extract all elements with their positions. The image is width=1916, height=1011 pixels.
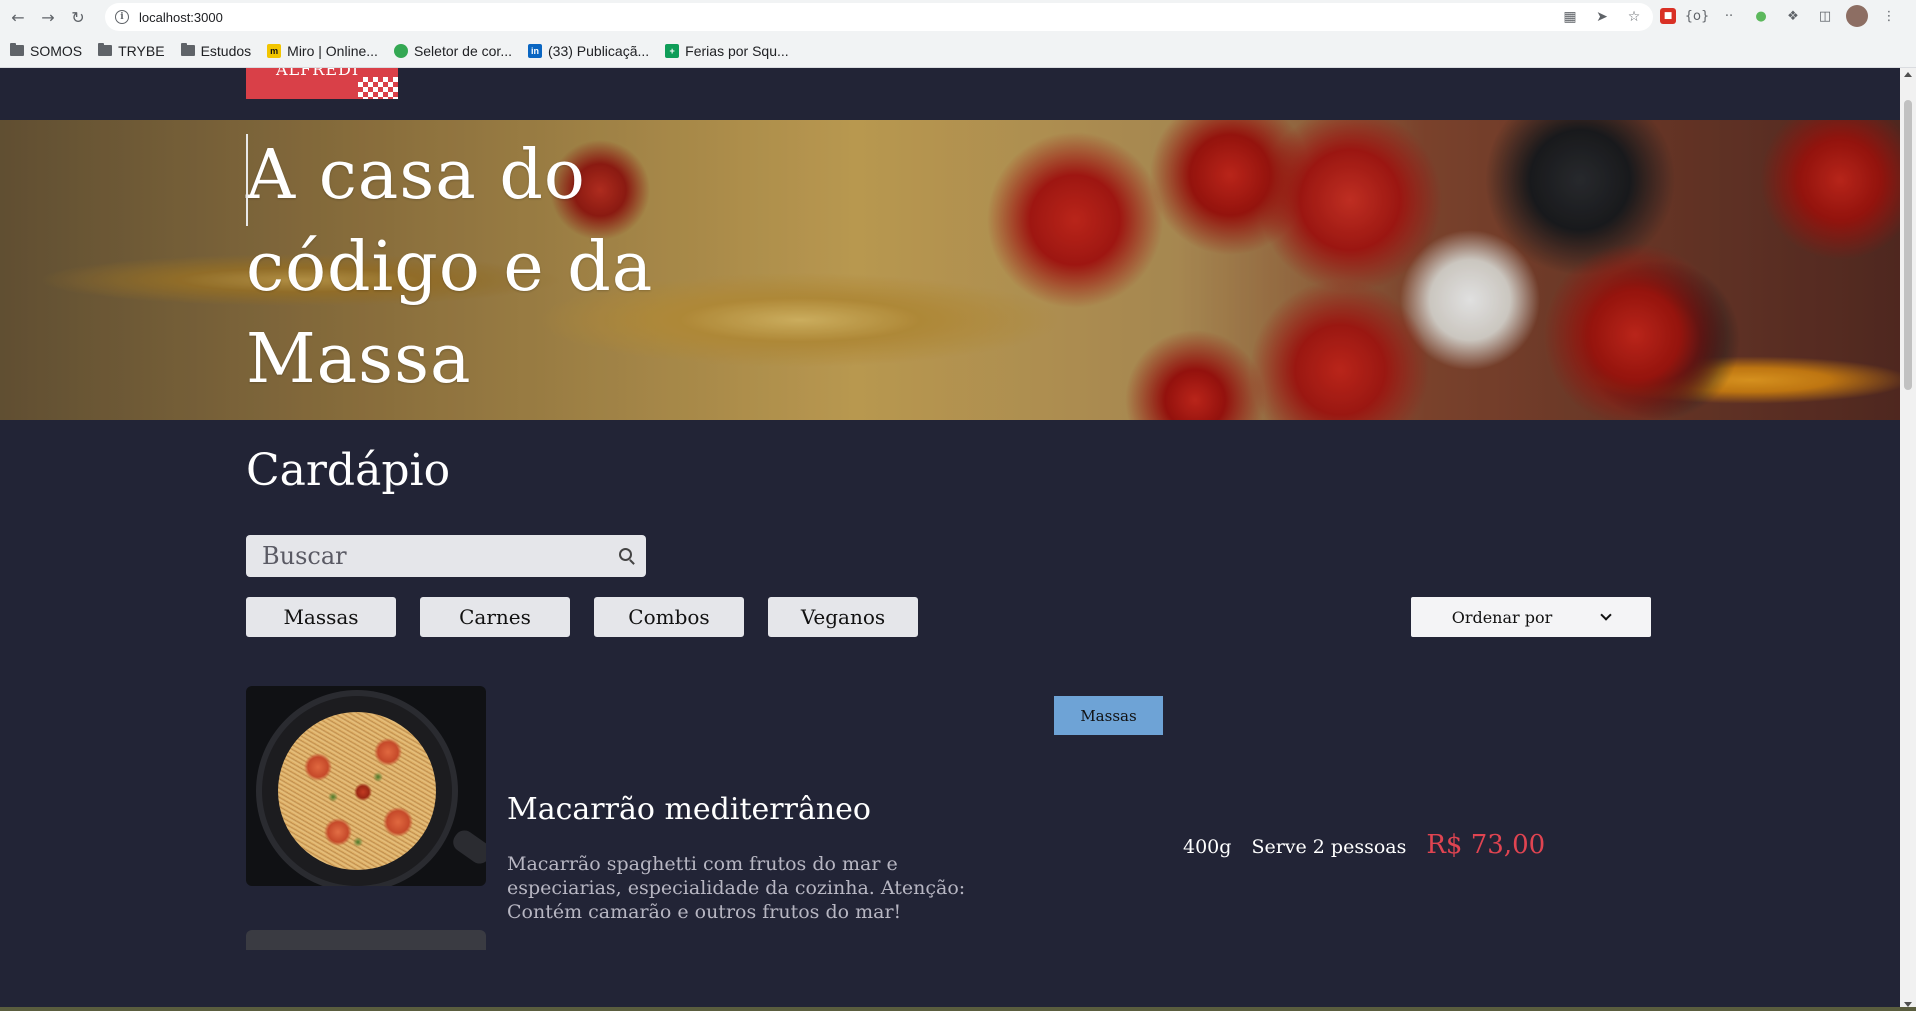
folder-icon	[98, 43, 113, 56]
page-scrollbar[interactable]	[1900, 68, 1916, 1011]
dish-description: Macarrão spaghetti com frutos do mar e e…	[507, 853, 966, 923]
extensions-puzzle-icon[interactable]: ❖	[1782, 5, 1804, 27]
pan-handle-graphic	[449, 826, 486, 868]
linkedin-favicon-icon: in	[528, 43, 542, 58]
chevron-down-icon	[1600, 609, 1612, 621]
reload-icon[interactable]: ↻	[66, 5, 90, 29]
forward-arrow-icon[interactable]: →	[36, 5, 60, 29]
filter-carnes-button[interactable]: Carnes	[420, 597, 570, 637]
dish-serves: Serve 2 pessoas	[1251, 836, 1407, 858]
bookmarks-bar: SOMOS TRYBE Estudos m Miro | Online... Se…	[0, 34, 1916, 68]
bookmark-color-picker[interactable]: Seletor de cor...	[393, 43, 512, 59]
sort-dropdown[interactable]: Ordenar por	[1411, 597, 1651, 637]
bookmark-miro[interactable]: m Miro | Online...	[267, 43, 378, 59]
extension-frog-icon[interactable]: ●	[1750, 5, 1772, 27]
share-icon[interactable]: ➤	[1593, 8, 1611, 26]
restaurant-logo[interactable]: ALFREDI	[246, 68, 398, 99]
extension-red-icon[interactable]: ■	[1660, 8, 1676, 24]
scroll-up-icon[interactable]	[1904, 72, 1912, 77]
miro-favicon-icon: m	[267, 43, 282, 58]
back-arrow-icon[interactable]: ←	[6, 5, 30, 29]
dish-weight: 400g	[1183, 836, 1232, 858]
side-panel-icon[interactable]: ◫	[1814, 5, 1836, 27]
site-info-icon[interactable]: i	[115, 10, 129, 24]
sheets-favicon-icon: +	[665, 43, 680, 58]
extension-dots-icon[interactable]: ··	[1718, 5, 1740, 27]
search-input[interactable]	[262, 542, 602, 570]
color-picker-favicon-icon	[393, 43, 408, 58]
filter-veganos-button[interactable]: Veganos	[768, 597, 918, 637]
dish-image	[246, 686, 486, 886]
bookmark-folder-estudos[interactable]: Estudos	[180, 43, 251, 59]
translate-icon[interactable]: ▦	[1561, 8, 1579, 26]
bookmark-star-icon[interactable]: ☆	[1625, 8, 1643, 26]
folder-icon	[180, 43, 195, 56]
dish-meta: 400g Serve 2 pessoas R$ 73,00	[1183, 830, 1545, 860]
dish-price: R$ 73,00	[1426, 830, 1546, 860]
bookmark-ferias[interactable]: + Ferias por Squ...	[665, 43, 789, 59]
extension-json-icon[interactable]: {o}	[1685, 5, 1710, 27]
scrollbar-thumb[interactable]	[1904, 100, 1912, 390]
hero-title: A casa do código e da Massa	[246, 136, 654, 399]
hero-banner: A casa do código e da Massa	[0, 120, 1900, 420]
bottom-edge	[0, 1007, 1916, 1011]
profile-avatar[interactable]	[1846, 5, 1868, 27]
address-bar[interactable]: i localhost:3000 ▦ ➤ ☆	[105, 3, 1653, 31]
pasta-graphic	[278, 712, 436, 870]
folder-icon	[10, 43, 24, 56]
filter-massas-button[interactable]: Massas	[246, 597, 396, 637]
url-text: localhost:3000	[139, 9, 223, 25]
bookmark-linkedin[interactable]: in (33) Publicaçã...	[528, 43, 649, 59]
search-box[interactable]	[246, 535, 646, 577]
checkered-pattern	[358, 77, 398, 99]
bookmark-folder-somos[interactable]: SOMOS	[10, 43, 82, 59]
sort-label: Ordenar por	[1451, 607, 1553, 627]
next-dish-image-partial	[246, 930, 486, 950]
filter-combos-button[interactable]: Combos	[594, 597, 744, 637]
bookmark-folder-trybe[interactable]: TRYBE	[98, 43, 165, 59]
text-cursor	[246, 134, 248, 226]
menu-title: Cardápio	[246, 445, 451, 496]
search-icon[interactable]	[619, 548, 632, 561]
dish-name: Macarrão mediterrâneo	[507, 792, 871, 827]
category-filters: Massas Carnes Combos Veganos	[246, 597, 918, 637]
category-badge: Massas	[1054, 696, 1163, 735]
browser-toolbar: ← → ↻ i localhost:3000 ▦ ➤ ☆ ■ {o} ·· ● …	[0, 0, 1916, 34]
menu-kebab-icon[interactable]: ⋮	[1878, 5, 1900, 27]
